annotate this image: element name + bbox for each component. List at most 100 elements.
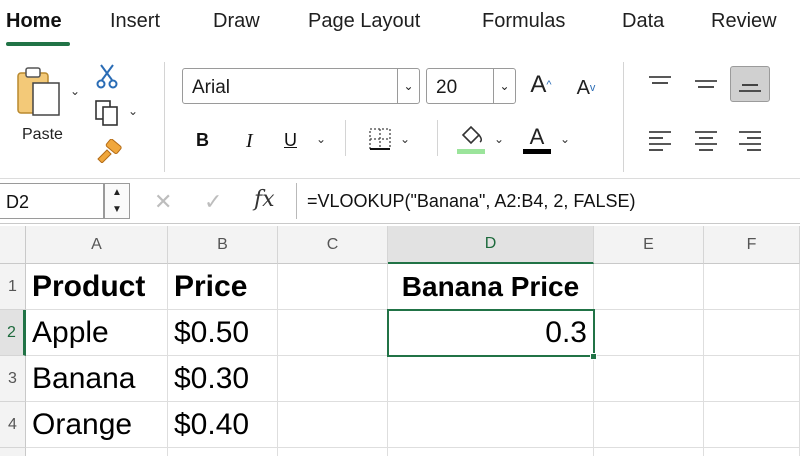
row-header-3[interactable]: 3 (0, 356, 26, 402)
cell-a5[interactable] (26, 448, 168, 456)
format-painter-icon[interactable] (94, 138, 124, 164)
stepper-up-icon[interactable]: ▲ (112, 187, 122, 198)
tab-insert[interactable]: Insert (110, 10, 160, 33)
align-left-icon (649, 131, 671, 151)
cell-d4[interactable] (388, 402, 594, 448)
cell-f5[interactable] (704, 448, 800, 456)
fill-color-bucket-icon[interactable] (456, 122, 486, 156)
cancel-x-icon[interactable]: ✕ (154, 189, 172, 215)
row-header-2[interactable]: 2 (0, 310, 26, 356)
ribbon-tabs: Home Insert Draw Page Layout Formulas Da… (0, 0, 800, 50)
stepper-down-icon[interactable]: ▼ (112, 204, 122, 215)
row-header-5[interactable] (0, 448, 26, 456)
column-header-f[interactable]: F (704, 226, 800, 264)
tab-draw[interactable]: Draw (213, 10, 260, 33)
cell-f4[interactable] (704, 402, 800, 448)
copy-icon[interactable] (92, 98, 122, 128)
font-color-swatch (523, 148, 551, 154)
cell-e5[interactable] (594, 448, 704, 456)
paste-icon[interactable] (12, 64, 68, 120)
ribbon-divider (345, 120, 346, 156)
paste-label[interactable]: Paste (22, 126, 63, 144)
tab-home[interactable]: Home (6, 10, 62, 33)
font-name-chevron-icon[interactable]: ⌄ (397, 69, 419, 103)
tab-page-layout[interactable]: Page Layout (308, 10, 420, 33)
cell-e2[interactable] (594, 310, 704, 356)
align-center-icon (695, 131, 717, 151)
font-size-value: 20 (436, 77, 458, 98)
italic-button[interactable]: I (246, 130, 253, 153)
active-cell-selection (387, 309, 595, 357)
borders-icon[interactable] (366, 126, 394, 152)
cell-f2[interactable] (704, 310, 800, 356)
bottom-align-icon (739, 84, 761, 92)
cell-d3[interactable] (388, 356, 594, 402)
font-color-letter: A (529, 123, 545, 149)
name-box[interactable]: D2 (0, 183, 104, 219)
font-color-icon[interactable]: A (522, 122, 552, 156)
cell-f1[interactable] (704, 264, 800, 310)
cell-c2[interactable] (278, 310, 388, 356)
cell-b4[interactable]: $0.40 (168, 402, 278, 448)
align-right-button[interactable] (730, 122, 770, 158)
font-color-dropdown-chevron-icon[interactable]: ⌄ (560, 132, 570, 146)
grow-font-letter: A (530, 71, 547, 98)
borders-dropdown-chevron-icon[interactable]: ⌄ (400, 132, 410, 146)
grow-font-icon[interactable]: A ^ (526, 70, 556, 100)
cell-b1[interactable]: Price (168, 264, 278, 310)
cell-c5[interactable] (278, 448, 388, 456)
underline-button[interactable]: U (284, 130, 297, 151)
formula-input[interactable]: =VLOOKUP("Banana", A2:B4, 2, FALSE) (296, 183, 800, 219)
column-header-d[interactable]: D (388, 226, 594, 264)
name-box-stepper[interactable]: ▲ ▼ (104, 183, 130, 219)
cell-a2[interactable]: Apple (26, 310, 168, 356)
cell-b2[interactable]: $0.50 (168, 310, 278, 356)
cell-a3[interactable]: Banana (26, 356, 168, 402)
cell-e1[interactable] (594, 264, 704, 310)
cut-scissors-icon[interactable] (94, 62, 120, 90)
underline-dropdown-chevron-icon[interactable]: ⌄ (316, 132, 326, 146)
fill-handle[interactable] (590, 353, 597, 360)
tab-formulas[interactable]: Formulas (482, 10, 565, 33)
tab-data[interactable]: Data (622, 10, 664, 33)
cell-c1[interactable] (278, 264, 388, 310)
name-box-value: D2 (6, 192, 30, 212)
bottom-align-button[interactable] (730, 66, 770, 102)
fill-color-dropdown-chevron-icon[interactable]: ⌄ (494, 132, 504, 146)
cell-c3[interactable] (278, 356, 388, 402)
column-header-b[interactable]: B (168, 226, 278, 264)
row-header-4[interactable]: 4 (0, 402, 26, 448)
cell-b5[interactable] (168, 448, 278, 456)
spreadsheet-grid: A B C D E F 1 2 3 4 Product Price Banana… (0, 226, 800, 456)
font-size-chevron-icon[interactable]: ⌄ (493, 69, 515, 103)
align-left-button[interactable] (640, 122, 680, 158)
cell-e4[interactable] (594, 402, 704, 448)
font-name-select[interactable]: Arial ⌄ (182, 68, 420, 104)
column-header-e[interactable]: E (594, 226, 704, 264)
row-header-1[interactable]: 1 (0, 264, 26, 310)
font-name-value: Arial (192, 77, 231, 98)
cell-a4[interactable]: Orange (26, 402, 168, 448)
paste-dropdown-chevron-icon[interactable]: ⌄ (70, 84, 80, 98)
font-size-select[interactable]: 20 ⌄ (426, 68, 516, 104)
cell-a1[interactable]: Product (26, 264, 168, 310)
column-header-c[interactable]: C (278, 226, 388, 264)
cell-d1[interactable]: Banana Price (388, 264, 594, 310)
cell-e3[interactable] (594, 356, 704, 402)
top-align-button[interactable] (640, 66, 680, 102)
insert-function-icon[interactable]: fx (254, 187, 275, 212)
cell-d5[interactable] (388, 448, 594, 456)
column-header-a[interactable]: A (26, 226, 168, 264)
copy-dropdown-chevron-icon[interactable]: ⌄ (128, 104, 138, 118)
cell-c4[interactable] (278, 402, 388, 448)
bold-button[interactable]: B (196, 130, 209, 151)
ribbon-divider (437, 120, 438, 156)
cell-b3[interactable]: $0.30 (168, 356, 278, 402)
enter-check-icon[interactable]: ✓ (204, 189, 222, 215)
tab-review[interactable]: Review (711, 10, 777, 33)
cell-f3[interactable] (704, 356, 800, 402)
align-center-button[interactable] (686, 122, 726, 158)
middle-align-button[interactable] (686, 66, 726, 102)
select-all-corner[interactable] (0, 226, 26, 264)
shrink-font-icon[interactable]: Av (570, 74, 602, 102)
